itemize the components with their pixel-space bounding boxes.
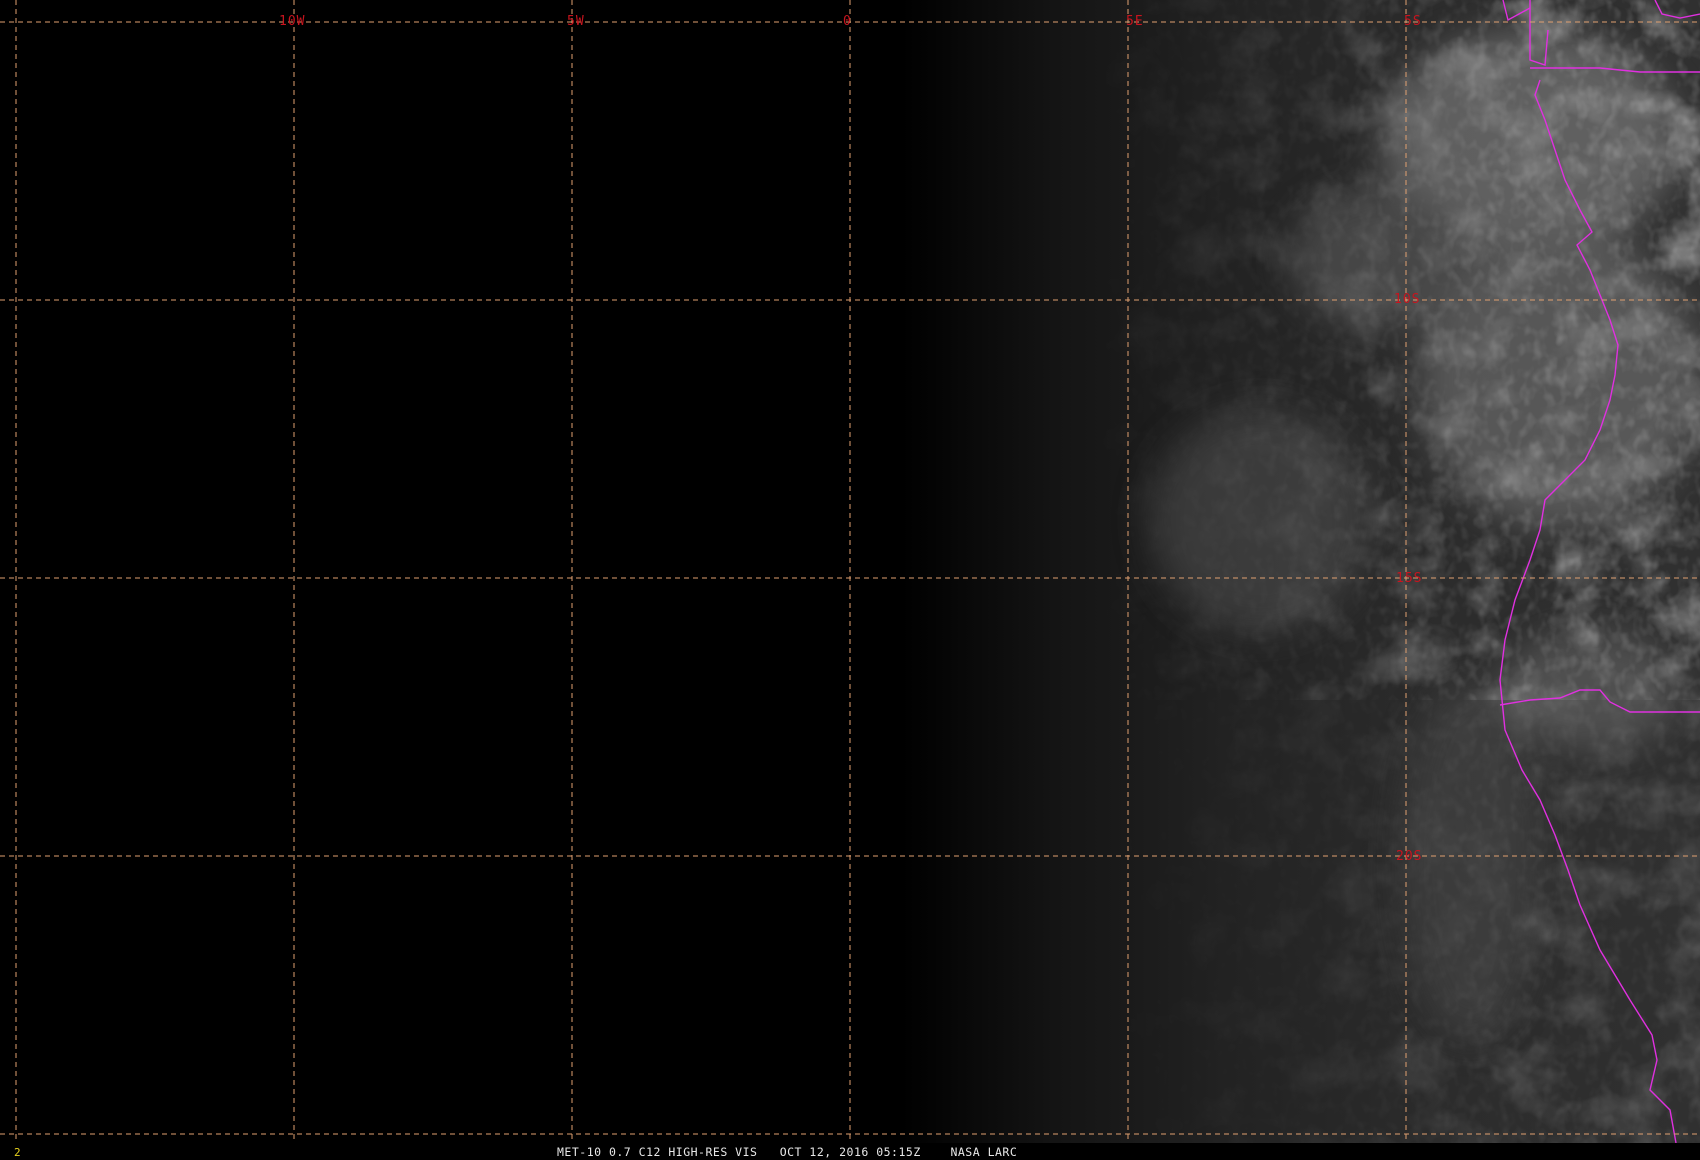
cloud-fine-texture [1000,0,1700,1143]
longitude-label-5w: 5W [567,14,585,29]
image-caption: MET-10 0.7 C12 HIGH-RES VIS OCT 12, 2016… [557,1145,1018,1159]
latitude-label-5s: 5S [1404,14,1422,29]
longitude-label-0: 0 [843,14,852,29]
satellite-image-viewer: 10W 5W 0 5E 5S 10S 15S 20S 2 MET-10 0.7 … [0,0,1700,1160]
longitude-label-5e: 5E [1126,14,1144,29]
latitude-label-20s: 20S [1396,849,1423,864]
frame-number: 2 [14,1146,21,1159]
satellite-visible-image [0,0,1700,1143]
longitude-label-10w: 10W [279,14,306,29]
latitude-label-10s: 10S [1394,292,1421,307]
latitude-label-15s: 15S [1396,571,1423,586]
